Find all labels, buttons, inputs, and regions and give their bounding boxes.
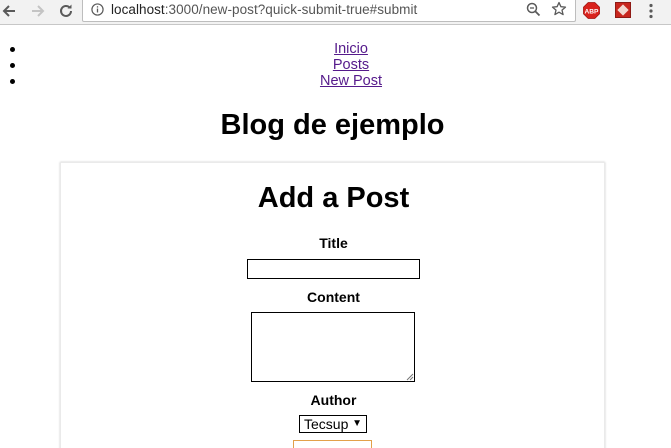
reload-icon	[60, 4, 72, 17]
arrow-right-icon	[32, 5, 45, 17]
resize-handle-icon[interactable]	[406, 373, 414, 381]
title-input[interactable]	[247, 259, 420, 279]
url-text[interactable]: localhost:3000/new-post?quick-submit-tru…	[111, 2, 417, 17]
form-heading: Add a Post	[257, 182, 410, 214]
nav-link-inicio[interactable]: Inicio	[334, 41, 368, 57]
nav-item-inicio: Inicio	[0, 41, 671, 57]
url-path: :3000/new-post?quick-submit-true#submit	[164, 2, 418, 17]
site-title: Blog de ejemplo	[220, 109, 445, 141]
nav-item-new-post: New Post	[0, 73, 671, 89]
content-textarea[interactable]	[251, 312, 415, 382]
page-content: Inicio Posts New Post Blog de ejemplo Ad…	[0, 25, 671, 448]
list-bullet	[10, 79, 15, 84]
list-bullet	[10, 63, 15, 68]
abp-label: ABP	[585, 8, 600, 15]
back-button[interactable]	[0, 0, 20, 22]
forward-button[interactable]	[27, 0, 49, 22]
info-icon[interactable]	[91, 3, 104, 16]
title-label: Title	[319, 235, 348, 251]
content-label: Content	[307, 289, 360, 305]
submit-button[interactable]	[293, 440, 372, 448]
abp-icon[interactable]: ABP	[583, 2, 600, 19]
zoom-icon[interactable]	[526, 2, 541, 17]
add-post-card: Add a Post Title Content Author Tecsup ▼	[60, 162, 605, 448]
star-icon[interactable]	[551, 1, 567, 17]
more-vert-icon[interactable]	[648, 3, 654, 19]
author-label: Author	[310, 392, 357, 408]
author-selected-value: Tecsup	[304, 416, 349, 432]
author-select[interactable]: Tecsup ▼	[299, 415, 367, 433]
list-bullet	[10, 47, 15, 52]
nav-link-posts[interactable]: Posts	[333, 57, 369, 73]
browser-toolbar: localhost:3000/new-post?quick-submit-tru…	[0, 0, 671, 25]
dropdown-arrow-icon: ▼	[352, 418, 362, 429]
url-host: localhost	[111, 2, 165, 17]
extension-icon[interactable]	[615, 2, 631, 18]
arrow-left-icon	[2, 5, 15, 17]
nav-list: Inicio Posts New Post	[0, 41, 671, 89]
nav-item-posts: Posts	[0, 57, 671, 73]
reload-button[interactable]	[55, 0, 77, 22]
address-bar[interactable]: localhost:3000/new-post?quick-submit-tru…	[82, 0, 576, 22]
nav-link-new-post[interactable]: New Post	[320, 73, 382, 89]
